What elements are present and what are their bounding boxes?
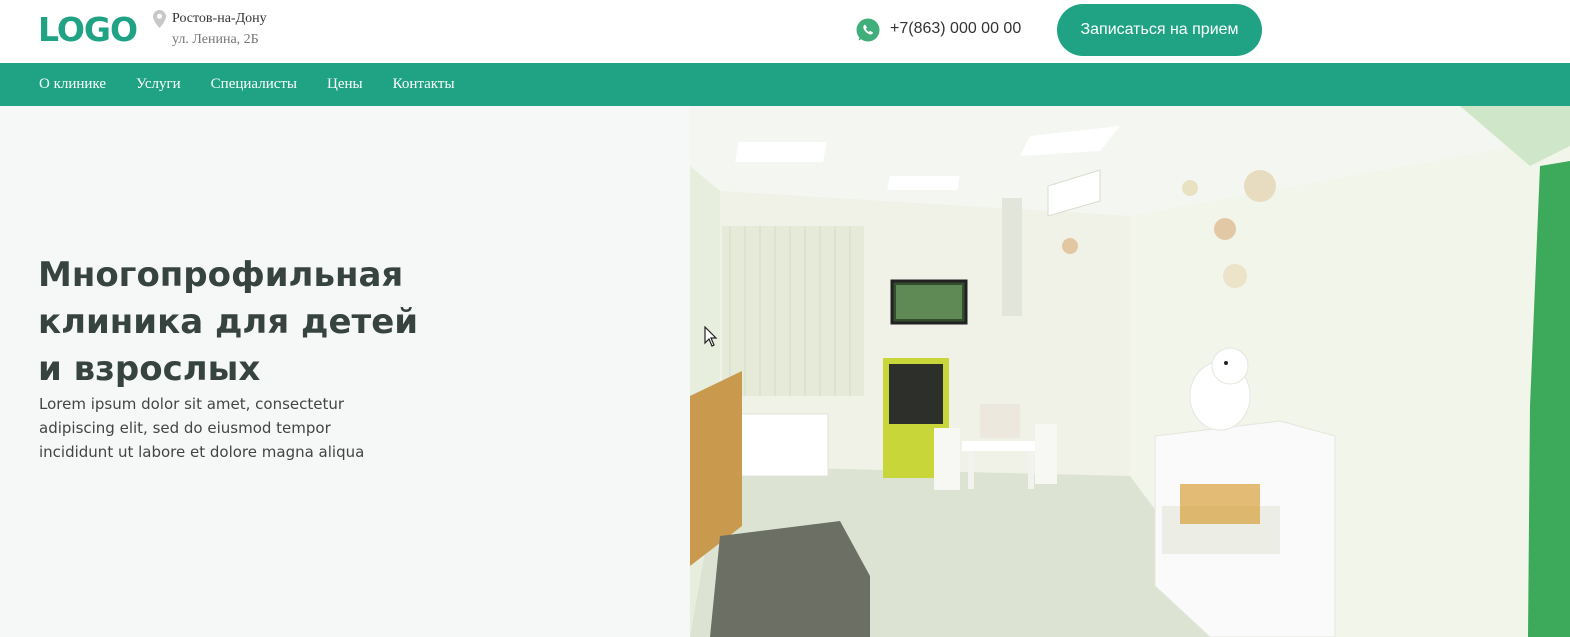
clinic-waiting-room-photo: [690, 106, 1570, 637]
site-header: LOGO Ростов-на-Дону ул. Ленина, 2Б +7(86…: [0, 0, 1570, 63]
nav-item-prices[interactable]: Цены: [327, 76, 363, 93]
nav-item-services[interactable]: Услуги: [136, 76, 181, 93]
whatsapp-icon[interactable]: [855, 17, 881, 43]
logo[interactable]: LOGO: [38, 10, 138, 49]
phone-number[interactable]: +7(863) 000 00 00: [890, 20, 1021, 38]
nav-item-contacts[interactable]: Контакты: [393, 76, 455, 93]
address-text: ул. Ленина, 2Б: [172, 32, 259, 47]
hero-title: Многопрофильная клиника для детей и взро…: [38, 255, 419, 389]
location-pin-icon: [153, 10, 166, 28]
nav-item-about[interactable]: О клинике: [39, 76, 106, 93]
book-appointment-button[interactable]: Записаться на прием: [1057, 4, 1262, 56]
mouse-cursor-icon: [704, 326, 718, 347]
hero-description: Lorem ipsum dolor sit amet, consectetur …: [39, 395, 365, 461]
nav-item-specialists[interactable]: Специалисты: [211, 76, 297, 93]
main-nav: О клинике Услуги Специалисты Цены Контак…: [0, 63, 1570, 106]
city-text: Ростов-на-Дону: [172, 11, 267, 26]
